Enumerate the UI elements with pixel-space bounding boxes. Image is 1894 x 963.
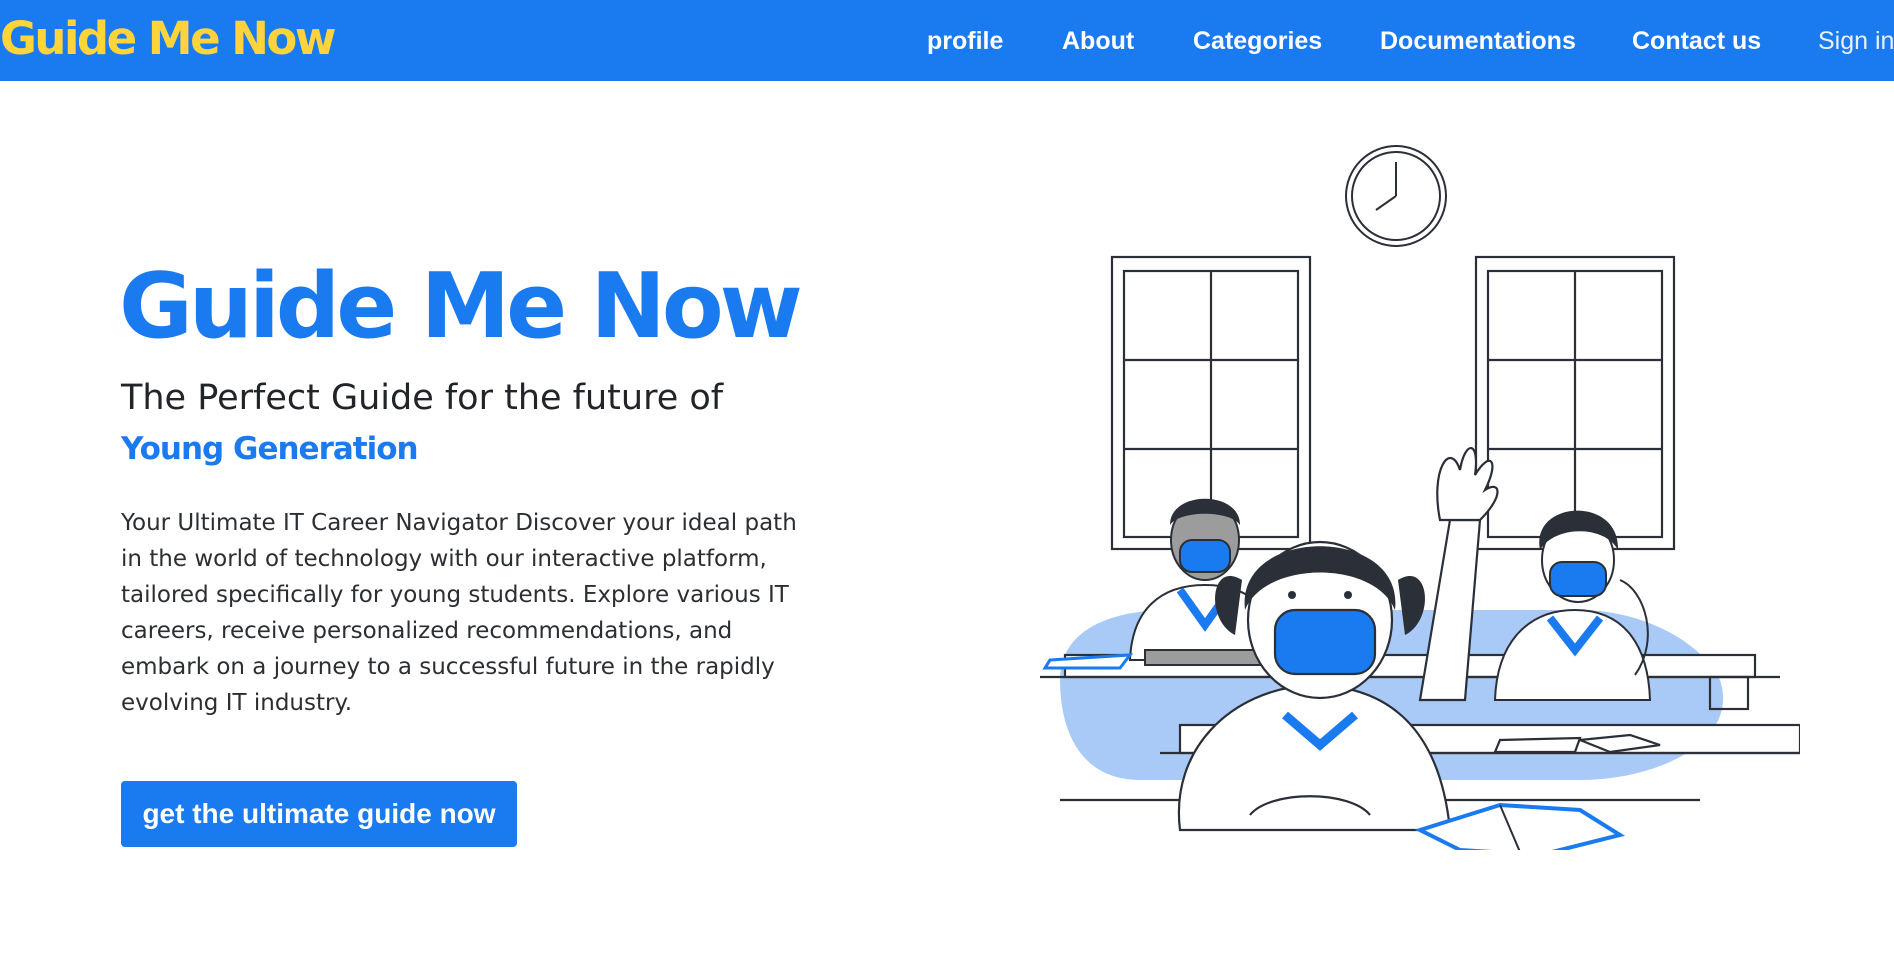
window-right-icon	[1474, 255, 1676, 551]
nav-link-categories[interactable]: Categories	[1193, 20, 1322, 62]
hero-subtitle: The Perfect Guide for the future of	[121, 378, 724, 418]
nav-link-about[interactable]: About	[1062, 20, 1134, 62]
classroom-illustration	[1040, 145, 1800, 850]
brand-logo[interactable]: Guide Me Now	[0, 8, 336, 70]
nav-link-profile[interactable]: profile	[927, 20, 1003, 62]
student-right-icon	[1493, 510, 1652, 701]
hero-highlight: Young Generation	[121, 431, 419, 467]
nav-link-contact-us[interactable]: Contact us	[1632, 20, 1761, 62]
hero-description: Your Ultimate IT Career Navigator Discov…	[121, 510, 797, 716]
clock-icon	[1345, 145, 1447, 247]
nav-link-documentations[interactable]: Documentations	[1380, 20, 1576, 62]
hero-title: Guide Me Now	[119, 254, 803, 359]
top-navbar: Guide Me Now profile About Categories Do…	[0, 0, 1894, 81]
nav-link-sign-in[interactable]: Sign in	[1818, 20, 1894, 62]
get-guide-button[interactable]: get the ultimate guide now	[121, 781, 517, 847]
